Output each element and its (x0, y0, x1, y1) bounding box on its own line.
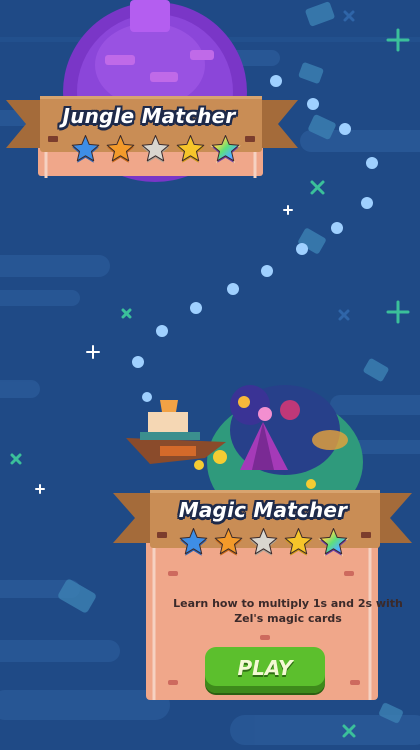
star-icon (213, 527, 244, 558)
level-title: Magic Matcher (178, 498, 348, 522)
star-icon (210, 134, 241, 165)
star-icon (283, 527, 314, 558)
star-icon (178, 527, 209, 558)
star-icon (175, 134, 206, 165)
star-icon (248, 527, 279, 558)
level-description: Learn how to multiply 1s and 2s with Zel… (173, 597, 403, 625)
play-button-label: PLAY (237, 655, 293, 680)
star-icon (140, 134, 171, 165)
star-icon (318, 527, 349, 558)
star-icon (70, 134, 101, 165)
star-icon (105, 134, 136, 165)
play-button[interactable]: PLAY (205, 647, 325, 693)
level-stars (70, 134, 241, 165)
level-stars (178, 527, 349, 558)
level-title: Jungle Matcher (62, 104, 236, 128)
